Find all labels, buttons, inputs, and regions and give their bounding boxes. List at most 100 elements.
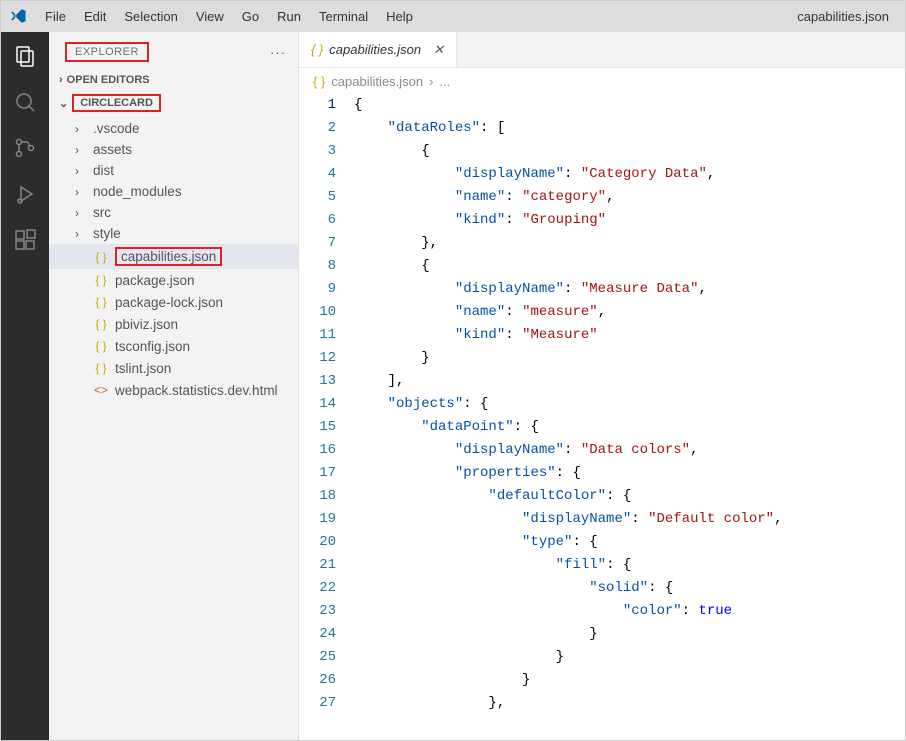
folder-label: dist xyxy=(93,163,114,178)
line-number: 27 xyxy=(299,692,336,715)
chevron-right-icon: › xyxy=(75,143,87,157)
vscode-logo-icon xyxy=(9,7,27,25)
extensions-icon[interactable] xyxy=(11,226,39,254)
tab-label: capabilities.json xyxy=(329,42,421,57)
line-number: 17 xyxy=(299,462,336,485)
gutter: 1234567891011121314151617181920212223242… xyxy=(299,94,354,740)
window-title: capabilities.json xyxy=(797,9,897,24)
line-number: 7 xyxy=(299,232,336,255)
menu-go[interactable]: Go xyxy=(234,5,267,28)
folder-label: style xyxy=(93,226,121,241)
open-editors-label: OPEN EDITORS xyxy=(67,74,150,86)
line-number: 6 xyxy=(299,209,336,232)
line-number: 9 xyxy=(299,278,336,301)
open-editors-section[interactable]: › OPEN EDITORS xyxy=(49,70,298,90)
chevron-right-icon: › xyxy=(75,122,87,136)
menu-view[interactable]: View xyxy=(188,5,232,28)
folder-src[interactable]: ›src xyxy=(49,202,298,223)
line-number: 24 xyxy=(299,623,336,646)
menu-selection[interactable]: Selection xyxy=(116,5,185,28)
file-label: pbiviz.json xyxy=(115,317,178,332)
menu-terminal[interactable]: Terminal xyxy=(311,5,376,28)
activity-bar xyxy=(1,32,49,740)
json-icon: { } xyxy=(93,249,109,265)
file-label: package.json xyxy=(115,273,195,288)
json-icon: { } xyxy=(313,74,325,89)
chevron-right-icon: › xyxy=(429,74,433,89)
menu-edit[interactable]: Edit xyxy=(76,5,114,28)
folder-style[interactable]: › style xyxy=(49,223,298,244)
chevron-down-icon: ⌄ xyxy=(59,97,68,110)
menu-file[interactable]: File xyxy=(37,5,74,28)
line-number: 1 xyxy=(299,94,336,117)
line-number: 10 xyxy=(299,301,336,324)
file-pbiviz-json[interactable]: { } pbiviz.json xyxy=(49,313,298,335)
explorer-title: EXPLORER xyxy=(65,42,149,62)
line-number: 23 xyxy=(299,600,336,623)
folder-assets[interactable]: › assets xyxy=(49,139,298,160)
project-label: CIRCLECARD xyxy=(72,94,161,112)
folder-node-modules[interactable]: › node_modules xyxy=(49,181,298,202)
chevron-right-icon: › xyxy=(75,227,87,241)
json-icon: { } xyxy=(93,316,109,332)
line-number: 2 xyxy=(299,117,336,140)
breadcrumb[interactable]: { } capabilities.json › ... xyxy=(299,68,905,94)
more-icon[interactable]: ··· xyxy=(270,45,286,60)
folder-label: assets xyxy=(93,142,132,157)
line-number: 8 xyxy=(299,255,336,278)
run-debug-icon[interactable] xyxy=(11,180,39,208)
json-icon: { } xyxy=(311,42,323,57)
json-icon: { } xyxy=(93,360,109,376)
file-label: capabilities.json xyxy=(115,247,222,266)
folder-label: .vscode xyxy=(93,121,140,136)
line-number: 3 xyxy=(299,140,336,163)
line-number: 20 xyxy=(299,531,336,554)
tab-capabilities[interactable]: { } capabilities.json ✕ xyxy=(299,32,457,67)
main: EXPLORER ··· › OPEN EDITORS ⌄ CIRCLECARD… xyxy=(1,31,905,740)
line-number: 4 xyxy=(299,163,336,186)
json-icon: { } xyxy=(93,338,109,354)
file-label: package-lock.json xyxy=(115,295,223,310)
code-body[interactable]: { "dataRoles": [ { "displayName": "Categ… xyxy=(354,94,905,740)
chevron-right-icon: › xyxy=(75,185,87,199)
file-capabilities-json[interactable]: { } capabilities.json xyxy=(49,244,298,269)
html-icon: <> xyxy=(93,382,109,398)
line-number: 19 xyxy=(299,508,336,531)
line-number: 25 xyxy=(299,646,336,669)
line-number: 21 xyxy=(299,554,336,577)
project-section[interactable]: ⌄ CIRCLECARD xyxy=(49,90,298,116)
chevron-right-icon: › xyxy=(75,206,87,220)
file-tsconfig-json[interactable]: { } tsconfig.json xyxy=(49,335,298,357)
line-number: 15 xyxy=(299,416,336,439)
file-label: tsconfig.json xyxy=(115,339,190,354)
sidebar: EXPLORER ··· › OPEN EDITORS ⌄ CIRCLECARD… xyxy=(49,32,299,740)
breadcrumb-file: capabilities.json xyxy=(331,74,423,89)
line-number: 12 xyxy=(299,347,336,370)
menu-run[interactable]: Run xyxy=(269,5,309,28)
source-control-icon[interactable] xyxy=(11,134,39,162)
file-label: webpack.statistics.dev.html xyxy=(115,383,278,398)
file-tree: ›.vscode›assets›dist›node_modules›src›st… xyxy=(49,116,298,403)
code-area[interactable]: 1234567891011121314151617181920212223242… xyxy=(299,94,905,740)
file-label: tslint.json xyxy=(115,361,171,376)
menu-help[interactable]: Help xyxy=(378,5,421,28)
file-tslint-json[interactable]: { } tslint.json xyxy=(49,357,298,379)
folder--vscode[interactable]: › .vscode xyxy=(49,118,298,139)
search-icon[interactable] xyxy=(11,88,39,116)
folder-dist[interactable]: › dist xyxy=(49,160,298,181)
file-package-lock-json[interactable]: { } package-lock.json xyxy=(49,291,298,313)
explorer-icon[interactable] xyxy=(11,42,39,70)
titlebar: FileEditSelectionViewGoRunTerminalHelp c… xyxy=(1,1,905,31)
file-package-json[interactable]: { } package.json xyxy=(49,269,298,291)
line-number: 18 xyxy=(299,485,336,508)
chevron-right-icon: › xyxy=(59,74,63,86)
breadcrumb-tail: ... xyxy=(439,74,450,89)
chevron-right-icon: › xyxy=(75,164,87,178)
close-tab-icon[interactable]: ✕ xyxy=(433,42,444,58)
json-icon: { } xyxy=(93,294,109,310)
file-webpack-statistics-dev-html[interactable]: <> webpack.statistics.dev.html xyxy=(49,379,298,401)
json-icon: { } xyxy=(93,272,109,288)
line-number: 16 xyxy=(299,439,336,462)
folder-label: node_modules xyxy=(93,184,182,199)
tab-bar: { } capabilities.json ✕ xyxy=(299,32,905,68)
